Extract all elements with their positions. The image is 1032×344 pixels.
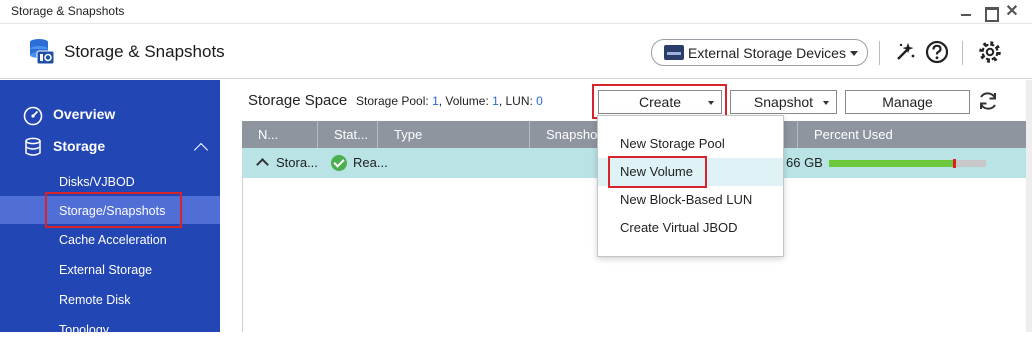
percent-used-fill — [829, 160, 954, 167]
menu-item-create-virtual-jbod[interactable]: Create Virtual JBOD — [598, 214, 783, 242]
sidebar-item-external-storage[interactable]: External Storage — [0, 260, 220, 284]
snapshot-button[interactable]: Snapshot — [730, 90, 837, 114]
gear-icon[interactable] — [977, 39, 1003, 65]
caret-down-icon — [850, 51, 858, 56]
app-header: Storage & Snapshots External Storage Dev… — [0, 25, 1032, 79]
row-capacity: 66 GB — [786, 155, 823, 170]
header-divider — [879, 41, 880, 65]
sidebar-item-cache-acceleration[interactable]: Cache Acceleration — [0, 230, 220, 254]
chevron-up-icon[interactable] — [193, 142, 209, 158]
threshold-marker — [953, 159, 956, 168]
sidebar-item-disks-vjbod[interactable]: Disks/VJBOD — [0, 170, 220, 194]
menu-item-new-block-based-lun[interactable]: New Block-Based LUN — [598, 186, 783, 214]
storage-app-icon — [30, 39, 55, 65]
speedometer-icon — [23, 106, 43, 126]
sidebar-item-label: Remote Disk — [59, 293, 131, 307]
sidebar-item-label: Storage — [53, 138, 106, 154]
column-header-percent-used[interactable]: Percent Used — [798, 121, 1027, 148]
create-button[interactable]: Create — [598, 90, 722, 114]
external-storage-devices-label: External Storage Devices — [688, 45, 846, 61]
window-titlebar: Storage & Snapshots ✕ — [0, 0, 1032, 24]
caret-down-icon — [708, 101, 714, 105]
sidebar: Overview Storage Disks/VJBOD Storage/Sna… — [0, 80, 220, 337]
external-storage-devices-select[interactable]: External Storage Devices — [651, 39, 868, 66]
column-header-name[interactable]: N... — [242, 121, 318, 148]
ready-status-icon — [331, 155, 347, 171]
column-header-status[interactable]: Stat... — [318, 121, 378, 148]
sidebar-item-label: Disks/VJBOD — [59, 175, 135, 189]
sidebar-item-topology[interactable]: Topology — [0, 320, 220, 344]
sidebar-item-label: Storage/Snapshots — [59, 204, 166, 218]
scrollbar[interactable] — [1026, 80, 1032, 332]
drive-icon — [664, 45, 684, 60]
refresh-icon[interactable] — [976, 89, 1000, 113]
minimize-icon[interactable] — [957, 3, 975, 21]
create-menu: New Storage Pool New Volume New Block-Ba… — [597, 115, 784, 257]
column-header-type[interactable]: Type — [378, 121, 530, 148]
menu-item-new-volume[interactable]: New Volume — [598, 158, 783, 186]
sidebar-item-storage[interactable]: Storage — [0, 132, 220, 160]
window-title: Storage & Snapshots — [11, 4, 125, 18]
percent-used-bar — [829, 159, 986, 168]
sidebar-item-remote-disk[interactable]: Remote Disk — [0, 290, 220, 314]
row-status: Rea... — [353, 155, 388, 170]
sidebar-item-label: Topology — [59, 323, 110, 337]
header-divider — [962, 41, 963, 65]
wizard-icon[interactable] — [892, 39, 918, 65]
sidebar-item-label: Cache Acceleration — [59, 233, 167, 247]
sidebar-item-overview[interactable]: Overview — [0, 100, 220, 128]
sidebar-item-storage-snapshots[interactable]: Storage/Snapshots — [0, 196, 220, 224]
sidebar-item-label: External Storage — [59, 263, 153, 277]
close-icon[interactable]: ✕ — [1003, 3, 1021, 21]
menu-item-new-storage-pool[interactable]: New Storage Pool — [598, 130, 783, 158]
row-name: Stora... — [276, 155, 318, 170]
caret-down-icon — [823, 101, 829, 105]
sidebar-item-label: Overview — [53, 106, 116, 122]
maximize-icon[interactable] — [981, 3, 999, 22]
storage-summary: Storage Pool: 1, Volume: 1, LUN: 0 — [356, 94, 543, 108]
database-icon — [25, 137, 41, 156]
manage-button[interactable]: Manage — [845, 90, 970, 114]
app-title: Storage & Snapshots — [64, 42, 225, 61]
page-title: Storage Space — [248, 92, 348, 109]
help-icon[interactable] — [924, 39, 950, 65]
